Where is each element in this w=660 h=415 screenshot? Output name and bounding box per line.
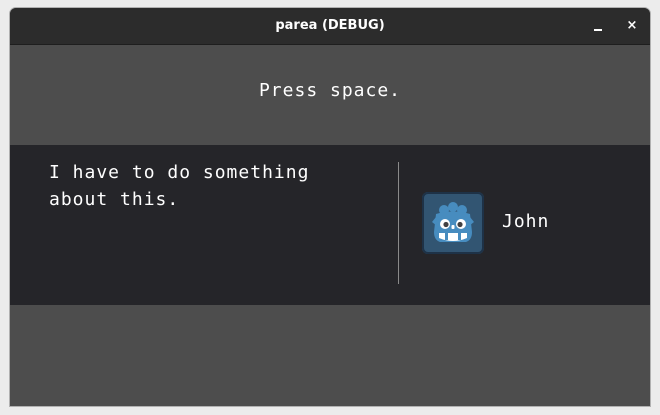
press-space-prompt: Press space. (258, 80, 402, 101)
minimize-button[interactable] (589, 17, 607, 35)
dialog-divider (398, 162, 399, 284)
close-button[interactable]: × (623, 17, 641, 35)
godot-icon (432, 202, 474, 242)
minimize-icon (594, 29, 602, 31)
title-bar[interactable]: parea (DEBUG) × (10, 8, 650, 45)
dialog-box[interactable]: I have to do something about this. John (10, 145, 650, 305)
window-title: parea (DEBUG) (275, 18, 385, 33)
speaker-avatar (422, 192, 484, 254)
bottom-area (10, 305, 650, 406)
game-window: parea (DEBUG) × Press space. I have to d… (10, 8, 650, 406)
dialog-text: I have to do something about this. (49, 162, 310, 210)
speaker-name: John (502, 211, 550, 232)
